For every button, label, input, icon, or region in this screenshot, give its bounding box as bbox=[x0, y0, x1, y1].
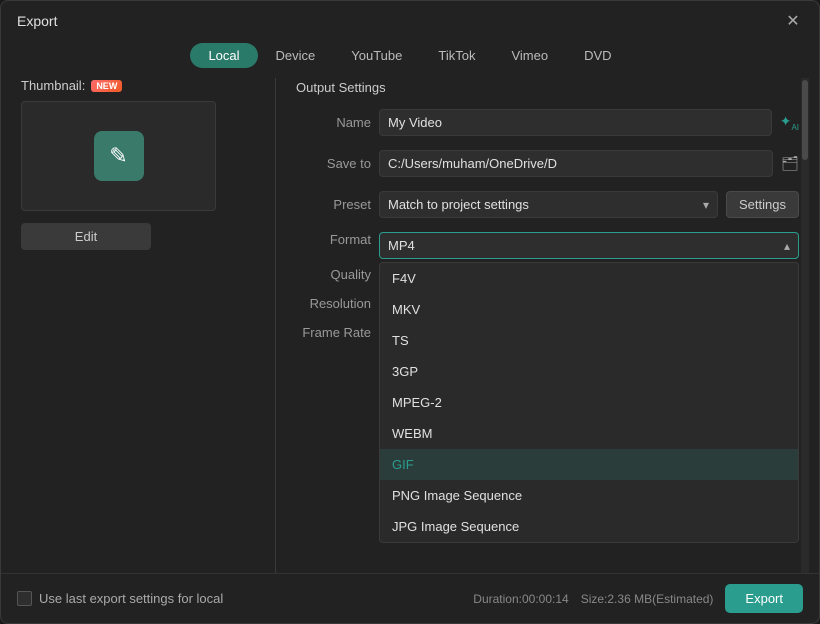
right-panel: Output Settings Name ✦AI Save to 🗂 Prese… bbox=[280, 78, 809, 573]
bottom-info: Duration:00:00:14 Size:2.36 MB(Estimated… bbox=[473, 584, 803, 613]
tabs-bar: Local Device YouTube TikTok Vimeo DVD bbox=[1, 39, 819, 78]
new-badge: NEW bbox=[91, 80, 122, 92]
tab-youtube[interactable]: YouTube bbox=[333, 43, 420, 68]
dropdown-item-mpeg2[interactable]: MPEG-2 bbox=[380, 387, 798, 418]
left-panel: Thumbnail: NEW ✎ Edit bbox=[11, 78, 271, 573]
dropdown-item-webm[interactable]: WEBM bbox=[380, 418, 798, 449]
scroll-thumb[interactable] bbox=[802, 80, 808, 160]
main-content: Thumbnail: NEW ✎ Edit Output Settings Na… bbox=[1, 78, 819, 573]
name-input[interactable] bbox=[379, 109, 772, 136]
checkbox-text: Use last export settings for local bbox=[39, 591, 223, 606]
scroll-track bbox=[801, 78, 809, 573]
format-label: Format bbox=[296, 232, 371, 247]
save-to-row: Save to 🗂 bbox=[296, 150, 799, 177]
tab-device[interactable]: Device bbox=[258, 43, 334, 68]
export-window: Export ✕ Local Device YouTube TikTok Vim… bbox=[0, 0, 820, 624]
save-to-input[interactable] bbox=[379, 150, 773, 177]
format-dropdown: F4V MKV TS 3GP MPEG-2 WEBM GIF PNG Image… bbox=[379, 262, 799, 543]
output-settings-title: Output Settings bbox=[296, 78, 799, 95]
dropdown-item-png-seq[interactable]: PNG Image Sequence bbox=[380, 480, 798, 511]
tab-tiktok[interactable]: TikTok bbox=[420, 43, 493, 68]
preset-select[interactable]: Match to project settings bbox=[379, 191, 718, 218]
export-button[interactable]: Export bbox=[725, 584, 803, 613]
bottom-bar: Use last export settings for local Durat… bbox=[1, 573, 819, 623]
name-label: Name bbox=[296, 115, 371, 130]
preset-row: Preset Match to project settings Setting… bbox=[296, 191, 799, 218]
dropdown-item-gif[interactable]: GIF bbox=[380, 449, 798, 480]
thumbnail-label: Thumbnail: NEW bbox=[21, 78, 261, 93]
tab-dvd[interactable]: DVD bbox=[566, 43, 629, 68]
edit-button[interactable]: Edit bbox=[21, 223, 151, 250]
dropdown-item-f4v[interactable]: F4V bbox=[380, 263, 798, 294]
dropdown-item-ts[interactable]: TS bbox=[380, 325, 798, 356]
thumbnail-preview-icon: ✎ bbox=[94, 131, 144, 181]
duration-label: Duration:00:00:14 bbox=[473, 592, 568, 606]
thumbnail-box: ✎ bbox=[21, 101, 216, 211]
preset-chevron-icon bbox=[703, 197, 709, 212]
last-settings-checkbox-label[interactable]: Use last export settings for local bbox=[17, 591, 223, 606]
tab-vimeo[interactable]: Vimeo bbox=[493, 43, 566, 68]
preset-label: Preset bbox=[296, 197, 371, 212]
tab-local[interactable]: Local bbox=[190, 43, 257, 68]
format-chevron-icon: ▴ bbox=[784, 239, 790, 253]
dropdown-item-jpg-seq[interactable]: JPG Image Sequence bbox=[380, 511, 798, 542]
dropdown-item-3gp[interactable]: 3GP bbox=[380, 356, 798, 387]
quality-label: Quality bbox=[296, 267, 371, 282]
save-to-label: Save to bbox=[296, 156, 371, 171]
framerate-label: Frame Rate bbox=[296, 325, 371, 340]
panel-divider bbox=[275, 78, 276, 573]
format-row: Format MP4 ▴ F4V MKV TS 3GP MPEG-2 WEBM bbox=[296, 232, 799, 259]
last-settings-checkbox[interactable] bbox=[17, 591, 32, 606]
preset-value: Match to project settings bbox=[388, 197, 529, 212]
format-select[interactable]: MP4 ▴ bbox=[379, 232, 799, 259]
name-row: Name ✦AI bbox=[296, 109, 799, 136]
window-title: Export bbox=[17, 13, 57, 29]
settings-button[interactable]: Settings bbox=[726, 191, 799, 218]
format-value: MP4 bbox=[388, 238, 415, 253]
size-label: Size:2.36 MB(Estimated) bbox=[581, 592, 714, 606]
close-button[interactable]: ✕ bbox=[783, 11, 803, 31]
folder-icon[interactable]: 🗂 bbox=[781, 155, 799, 172]
resolution-label: Resolution bbox=[296, 296, 371, 311]
ai-icon[interactable]: ✦AI bbox=[780, 113, 799, 132]
dropdown-item-mkv[interactable]: MKV bbox=[380, 294, 798, 325]
title-bar: Export ✕ bbox=[1, 1, 819, 39]
